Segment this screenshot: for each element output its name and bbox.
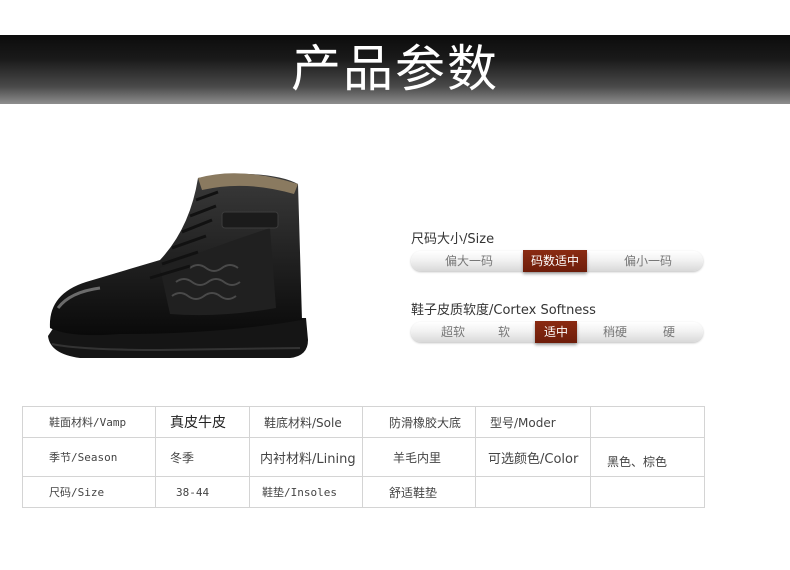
size-indicator-bar: 偏大一码 码数适中 偏小一码 (411, 250, 703, 272)
spec-key: 季节/Season (22, 437, 156, 477)
spec-value (590, 406, 705, 438)
spec-value: 羊毛内里 (362, 437, 476, 477)
spec-value: 38-44 (155, 476, 250, 508)
softness-option-hard: 硬 (662, 325, 675, 339)
softness-option-super-soft: 超软 (440, 325, 465, 339)
table-row: 尺码/Size 38-44 鞋垫/Insoles 舒适鞋垫 (22, 476, 705, 508)
product-image (48, 173, 308, 358)
size-option-small: 偏小一码 (623, 254, 672, 268)
table-row: 鞋面材料/Vamp 真皮牛皮 鞋底材料/Sole 防滑橡胶大底 型号/Moder (22, 406, 705, 438)
softness-option-medium: 适中 (535, 321, 577, 343)
size-option-fit: 码数适中 (523, 250, 587, 272)
spec-value: 防滑橡胶大底 (362, 406, 476, 438)
spec-key (475, 476, 591, 508)
spec-table: 鞋面材料/Vamp 真皮牛皮 鞋底材料/Sole 防滑橡胶大底 型号/Moder… (22, 406, 705, 508)
header-banner: 产品参数 (0, 35, 790, 104)
spec-key: 型号/Moder (475, 406, 591, 438)
spec-key: 尺码/Size (22, 476, 156, 508)
page-title: 产品参数 (291, 40, 499, 98)
size-option-large: 偏大一码 (444, 254, 493, 268)
spec-key: 鞋垫/Insoles (249, 476, 363, 508)
spec-value: 真皮牛皮 (155, 406, 250, 438)
spec-value: 冬季 (155, 437, 250, 477)
table-row: 季节/Season 冬季 内衬材料/Lining 羊毛内里 可选颜色/Color… (22, 437, 705, 477)
softness-option-soft: 软 (497, 325, 510, 339)
spec-key: 鞋面材料/Vamp (22, 406, 156, 438)
spec-key: 鞋底材料/Sole (249, 406, 363, 438)
spec-value (590, 476, 705, 508)
softness-option-slightly-hard: 稍硬 (602, 325, 627, 339)
softness-indicator-bar: 超软 软 适中 稍硬 硬 (411, 321, 703, 343)
spec-key: 内衬材料/Lining (249, 437, 363, 477)
spec-value: 舒适鞋垫 (362, 476, 476, 508)
spec-value: 黑色、棕色 (590, 437, 705, 477)
size-indicator-title: 尺码大小/Size (411, 232, 495, 247)
softness-indicator-title: 鞋子皮质软度/Cortex Softness (411, 303, 596, 318)
spec-key: 可选颜色/Color (475, 437, 591, 477)
